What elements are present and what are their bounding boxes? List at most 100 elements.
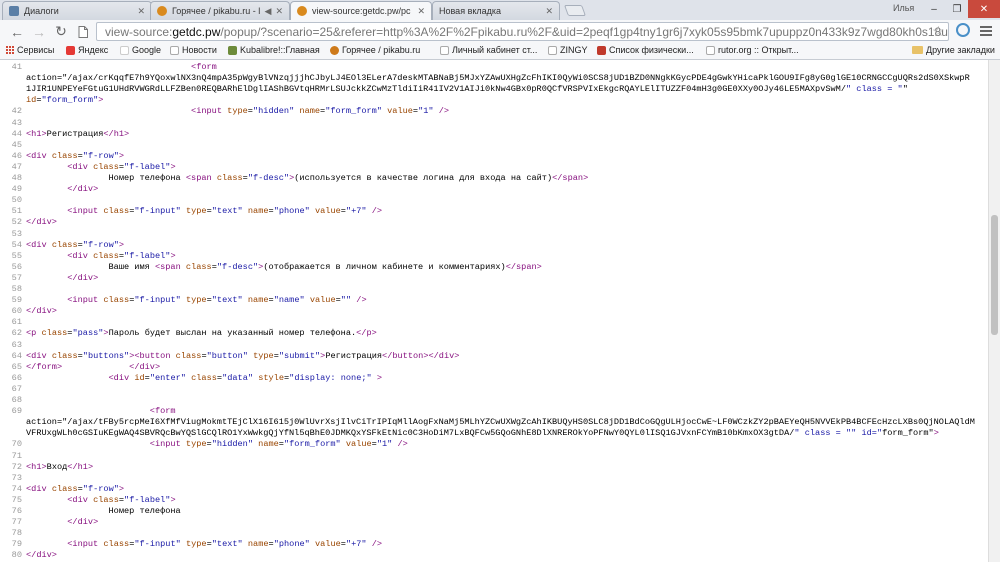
line-number: 72 [11, 461, 22, 472]
back-arrow-icon[interactable]: ← [8, 23, 26, 40]
line-code: action="/ajax/tFBy5rcpMeI6XfMfViugMokmtT… [26, 417, 975, 428]
line-number: 43 [11, 117, 22, 128]
line-code: <div id="enter" class="data" style="disp… [108, 372, 383, 383]
page-icon [74, 23, 92, 40]
bookmark-news[interactable]: Новости [170, 45, 217, 55]
bookmark-kubalibre[interactable]: Kubalibre!::Главная [228, 45, 320, 55]
maximize-icon[interactable]: ❐ [946, 0, 968, 18]
line-code: <div class="f-label"> [67, 161, 176, 172]
scrollbar-thumb[interactable] [991, 215, 998, 335]
line-number: 77 [11, 517, 22, 528]
source-line: id="form_form"> [0, 95, 988, 106]
close-tab-icon[interactable]: ✕ [417, 6, 425, 17]
menu-icon[interactable] [980, 26, 992, 36]
forward-arrow-icon[interactable]: → [30, 23, 48, 40]
extension-icon[interactable] [956, 23, 970, 37]
tab-view-source[interactable]: view-source:getdc.pw/pc ✕ [290, 1, 432, 20]
line-number: 53 [11, 228, 22, 239]
source-line: 42 <input type="hidden" name="form_form"… [0, 106, 988, 117]
source-line: 47 <div class="f-label"> [0, 162, 988, 173]
line-code: 1JIR1UNPEYeFGtuG1UHdRVWGRdLLFZBen0REQBAR… [26, 84, 908, 95]
bookmark-star-icon[interactable]: ☆ [932, 23, 945, 40]
tab-label: view-source:getdc.pw/pc [312, 6, 411, 16]
close-tab-icon[interactable]: ✕ [137, 6, 145, 17]
source-line: 69 <form [0, 406, 988, 417]
close-tab-icon[interactable]: ✕ [545, 6, 553, 17]
bookmark-google[interactable]: Google [120, 45, 161, 55]
line-number: 64 [11, 350, 22, 361]
source-line: 57 </div> [0, 273, 988, 284]
line-number: 79 [11, 539, 22, 550]
tab-label: Диалоги [24, 6, 59, 16]
line-code: </div> [26, 306, 57, 317]
source-line: 51 <input class="f-input" type="text" na… [0, 206, 988, 217]
source-line: 72 <h1>Вход</h1> [0, 462, 988, 473]
line-code: </form> </div> [26, 361, 161, 372]
bookmark-rutor[interactable]: rutor.org :: Открыт... [706, 45, 799, 55]
close-window-icon[interactable]: ✕ [968, 0, 1000, 18]
line-number: 62 [11, 328, 22, 339]
tab-label: Новая вкладка [439, 6, 502, 16]
line-number: 67 [11, 383, 22, 394]
line-code: <form [191, 62, 217, 72]
bookmark-pikabu[interactable]: Горячее / pikabu.ru [330, 45, 420, 55]
close-tab-icon[interactable]: ✕ [275, 6, 283, 17]
bookmark-physicists[interactable]: Список физически... [597, 45, 694, 55]
line-code: </div> [26, 217, 57, 228]
vk-icon [9, 6, 19, 16]
line-number: 70 [11, 439, 22, 450]
line-number: 60 [11, 306, 22, 317]
page-icon [440, 45, 449, 55]
profile-name[interactable]: Илья [893, 3, 914, 13]
speaker-icon: ◀ [264, 5, 272, 16]
bookmark-label: rutor.org :: Открыт... [718, 45, 799, 55]
source-line: 54 <div class="f-row"> [0, 240, 988, 251]
source-line: 74 <div class="f-row"> [0, 484, 988, 495]
url-prefix: view-source: [105, 24, 173, 39]
reload-icon[interactable]: ↻ [52, 23, 70, 40]
tab-pikabu[interactable]: Горячее / pikabu.ru - l ◀ ✕ [150, 1, 290, 20]
line-number: 78 [11, 528, 22, 539]
line-number: 44 [11, 128, 22, 139]
source-line: 78 [0, 528, 988, 539]
pikabu-icon [297, 6, 307, 16]
line-code: action="/ajax/crKqqfE7h9YQoxwlNX3nQ4mpA3… [26, 73, 970, 84]
source-line: 48 Номер телефона <span class="f-desc">(… [0, 173, 988, 184]
line-code: <input class="f-input" type="text" name=… [67, 206, 383, 217]
line-number: 68 [11, 395, 22, 405]
tab-dialogs[interactable]: Диалоги ✕ [2, 1, 152, 20]
source-line: action="/ajax/tFBy5rcpMeI6XfMfViugMokmtT… [0, 417, 988, 428]
title-bar: Диалоги ✕ Горячее / pikabu.ru - l ◀ ✕ vi… [0, 0, 1000, 20]
line-code: Номер телефона [26, 506, 181, 516]
tab-new[interactable]: Новая вкладка ✕ [432, 1, 560, 20]
line-number: 74 [11, 483, 22, 494]
source-line: 59 <input class="f-input" type="text" na… [0, 295, 988, 306]
bookmark-label: Google [132, 45, 162, 55]
line-code: Номер телефона <span class="f-desc">(исп… [26, 173, 589, 183]
line-code: <div class="f-row"> [26, 150, 125, 161]
vertical-scrollbar[interactable] [988, 60, 1000, 562]
line-number: 48 [11, 173, 22, 183]
bookmark-yandex[interactable]: Яндекс [66, 45, 108, 55]
bookmark-zingy[interactable]: ZINGY [548, 45, 588, 55]
minimize-icon[interactable]: – [922, 0, 946, 18]
address-bar[interactable]: view-source: getdc.pw/popup/?scenario=25&… [96, 22, 949, 41]
line-number: 47 [11, 161, 22, 172]
bookmark-cabinet[interactable]: Личный кабинет ст... [440, 45, 537, 55]
line-code: Ваше имя <span class="f-desc">(отображае… [26, 261, 542, 272]
line-code: id="form_form"> [26, 95, 104, 106]
source-line: 43 [0, 118, 988, 129]
page-icon [706, 45, 715, 55]
source-line: 41 <form [0, 62, 988, 73]
bookmark-services[interactable]: Сервисы [6, 45, 54, 55]
new-tab-button[interactable] [563, 5, 587, 16]
url-host: getdc.pw [172, 24, 221, 39]
source-line: 45 [0, 140, 988, 151]
page-icon [170, 45, 179, 55]
bookmark-label: Сервисы [17, 45, 55, 55]
source-line: 61 [0, 317, 988, 328]
url-path: /popup/?scenario=25&referer=http%3A%2F%2… [220, 24, 949, 39]
line-code: <div class="f-row"> [26, 239, 125, 250]
other-bookmarks[interactable]: Другие закладки [912, 45, 995, 55]
source-line: 58 [0, 284, 988, 295]
